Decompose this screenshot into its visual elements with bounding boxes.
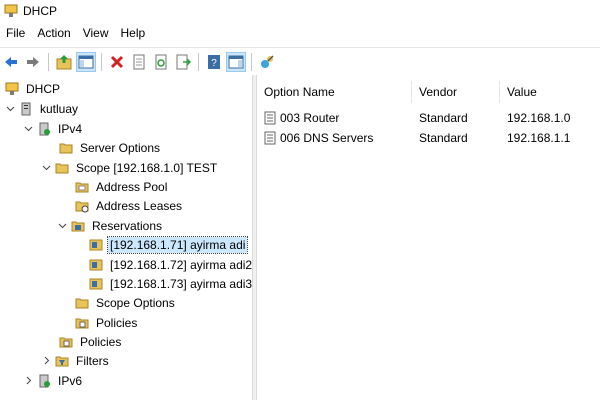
toolbar-separator xyxy=(198,52,199,71)
tree-node-server[interactable]: kutluay xyxy=(4,99,80,118)
option-name: 003 Router xyxy=(280,111,340,125)
tree-label: Scope [192.168.1.0] TEST xyxy=(76,160,218,175)
ipv6-icon xyxy=(36,373,52,389)
tree-label: [192.168.1.73] ayirma adi3 xyxy=(110,276,253,291)
tree-label: kutluay xyxy=(40,101,79,116)
option-name-cell: 003 Router xyxy=(257,111,412,125)
column-header-option-name[interactable]: Option Name xyxy=(257,81,412,103)
reservation-icon xyxy=(88,237,104,253)
refresh-icon[interactable] xyxy=(151,52,171,72)
menu-bar: File Action View Help xyxy=(0,23,600,43)
tree-label: Reservations xyxy=(92,218,163,233)
tree-node-reservations[interactable]: Reservations xyxy=(56,216,164,235)
tree-node-policies[interactable]: Policies xyxy=(58,332,123,351)
reservation-icon xyxy=(88,257,104,273)
value-cell: 192.168.1.1 xyxy=(507,131,571,145)
dhcp-icon xyxy=(4,81,20,97)
tree-label: Server Options xyxy=(80,140,161,155)
option-icon xyxy=(264,131,276,145)
help-icon[interactable]: ? xyxy=(204,52,224,72)
menu-file[interactable]: File xyxy=(0,23,31,43)
folder-icon xyxy=(54,160,70,176)
menu-help[interactable]: Help xyxy=(115,23,152,43)
ipv4-icon xyxy=(36,121,52,137)
chevron-right-icon[interactable] xyxy=(22,371,34,390)
folder-icon xyxy=(70,218,86,234)
window-title: DHCP xyxy=(23,4,58,18)
tree-node-server-options[interactable]: Server Options xyxy=(58,138,162,157)
filter-icon xyxy=(54,353,70,369)
show-hide-action-pane-icon[interactable] xyxy=(226,51,246,72)
tree-node-scope[interactable]: Scope [192.168.1.0] TEST xyxy=(40,158,219,177)
svg-text:?: ? xyxy=(211,58,217,69)
tree-label: Scope Options xyxy=(96,295,175,310)
folder-icon xyxy=(74,295,90,311)
vendor-cell: Standard xyxy=(419,131,468,145)
properties-icon[interactable] xyxy=(129,52,149,72)
folder-icon xyxy=(58,140,74,156)
option-name-cell: 006 DNS Servers xyxy=(257,131,412,145)
address-pool-icon xyxy=(74,179,90,195)
forward-arrow-icon[interactable] xyxy=(23,52,43,72)
tree-label: Policies xyxy=(80,334,122,349)
tree-label: [192.168.1.72] ayirma adi2 xyxy=(110,257,253,272)
chevron-right-icon[interactable] xyxy=(40,351,52,370)
options-list: Option Name Vendor Value 003 Router Stan… xyxy=(257,75,600,400)
menu-view[interactable]: View xyxy=(77,23,115,43)
tree-node-address-pool[interactable]: Address Pool xyxy=(74,177,169,196)
list-header: Option Name Vendor Value xyxy=(257,81,600,103)
tree-label: Filters xyxy=(76,353,109,368)
toolbar-separator xyxy=(101,52,102,71)
tree-node-reservation-3[interactable]: [192.168.1.73] ayirma adi3 xyxy=(88,274,254,293)
tree-node-address-leases[interactable]: Address Leases xyxy=(74,196,184,215)
option-name: 006 DNS Servers xyxy=(280,131,374,145)
policies-icon xyxy=(74,315,90,331)
tree-node-reservation-2[interactable]: [192.168.1.72] ayirma adi2 xyxy=(88,255,254,274)
tree-label: Address Leases xyxy=(96,198,183,213)
back-arrow-icon[interactable] xyxy=(1,52,21,72)
tree-label: [192.168.1.71] ayirma adi xyxy=(106,235,249,254)
tree-label: Address Pool xyxy=(96,179,168,194)
chevron-down-icon[interactable] xyxy=(40,158,52,177)
value-cell: 192.168.1.0 xyxy=(507,111,571,125)
tree-node-filters[interactable]: Filters xyxy=(40,351,111,370)
tree-node-ipv4[interactable]: IPv4 xyxy=(22,119,84,138)
show-hide-tree-icon[interactable] xyxy=(76,51,96,72)
reservation-icon xyxy=(88,276,104,292)
tree-node-scope-options[interactable]: Scope Options xyxy=(74,293,177,312)
export-list-icon[interactable] xyxy=(173,52,193,72)
chevron-down-icon[interactable] xyxy=(22,119,34,138)
menu-action[interactable]: Action xyxy=(31,23,76,43)
console-tree: DHCP kutluay IPv4 Server Options Scope [… xyxy=(0,75,252,400)
tree-node-dhcp[interactable]: DHCP xyxy=(4,79,62,98)
column-header-value[interactable]: Value xyxy=(500,81,600,103)
tree-label: Policies xyxy=(96,315,138,330)
chevron-down-icon[interactable] xyxy=(56,216,68,235)
tree-node-ipv6[interactable]: IPv6 xyxy=(22,371,84,390)
toolbar: ? xyxy=(0,47,600,76)
title-bar: DHCP xyxy=(0,0,600,22)
option-icon xyxy=(264,111,276,125)
chevron-down-icon[interactable] xyxy=(4,99,16,118)
tree-node-reservation-1[interactable]: [192.168.1.71] ayirma adi xyxy=(88,235,249,254)
column-header-vendor[interactable]: Vendor xyxy=(412,81,500,103)
tree-label: DHCP xyxy=(26,81,61,96)
tree-node-scope-policies[interactable]: Policies xyxy=(74,313,139,332)
server-icon xyxy=(18,101,34,117)
vendor-cell: Standard xyxy=(419,111,468,125)
up-folder-icon[interactable] xyxy=(54,52,74,72)
delete-icon[interactable] xyxy=(107,52,127,72)
address-leases-icon xyxy=(74,198,90,214)
list-row[interactable]: 003 Router Standard 192.168.1.0 xyxy=(257,108,600,128)
toolbar-separator xyxy=(48,52,49,71)
dhcp-app-icon xyxy=(4,4,18,17)
tree-label: IPv6 xyxy=(58,373,83,388)
list-row[interactable]: 006 DNS Servers Standard 192.168.1.1 xyxy=(257,128,600,148)
toolbar-separator xyxy=(251,52,252,71)
policies-icon xyxy=(58,334,74,350)
tree-label: IPv4 xyxy=(58,121,83,136)
dhcp-options-icon[interactable] xyxy=(257,52,277,72)
